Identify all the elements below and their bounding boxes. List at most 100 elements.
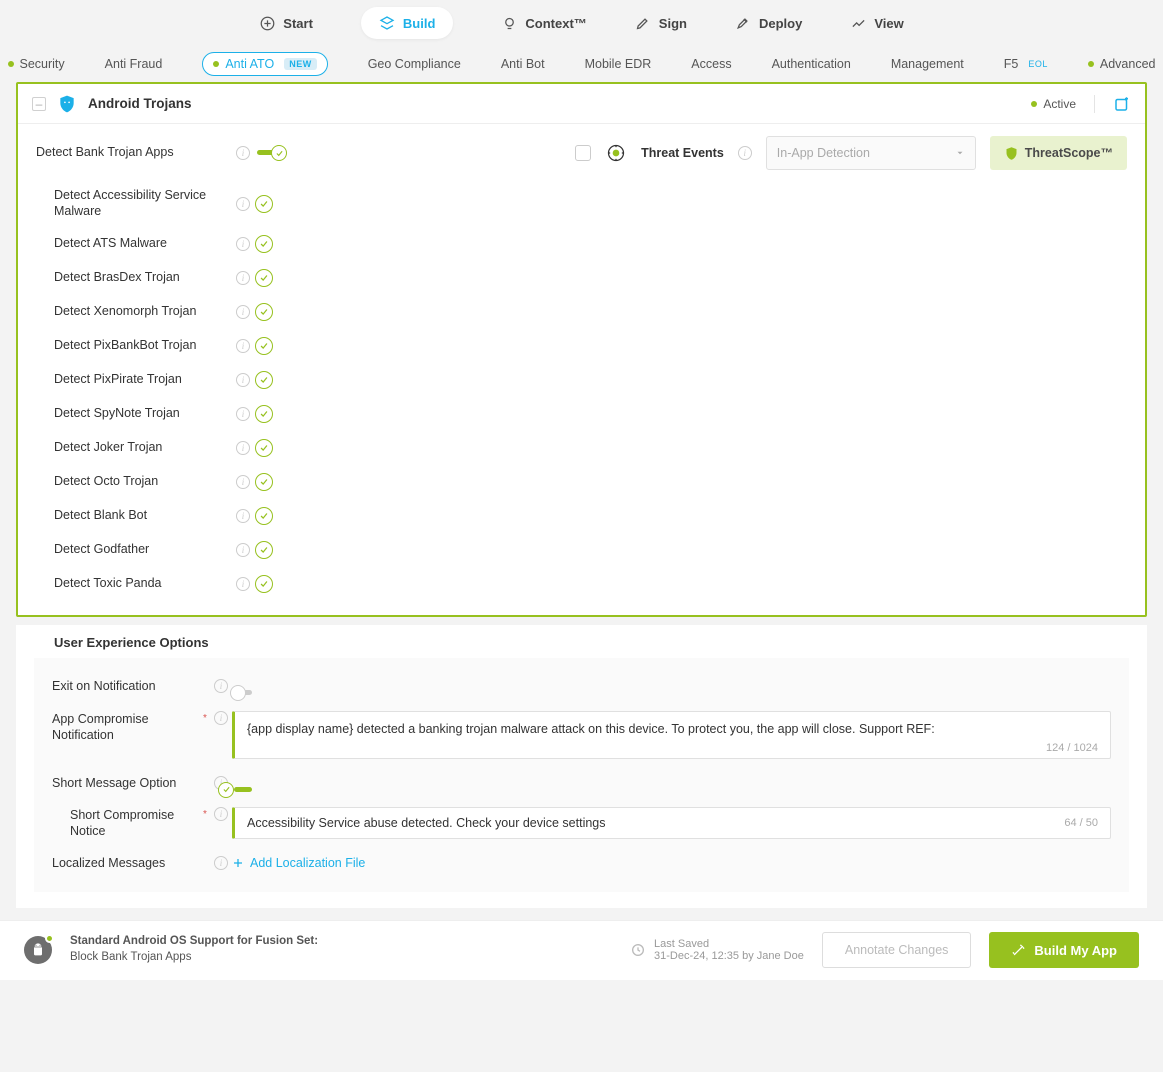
info-icon[interactable]: i	[236, 271, 250, 285]
enabled-check-icon[interactable]	[255, 337, 273, 355]
subnav-auth[interactable]: Authentication	[772, 57, 851, 71]
pen-icon	[635, 15, 651, 31]
sub-setting-row: Detect Octo Trojan i	[54, 465, 1127, 499]
enabled-check-icon[interactable]	[255, 195, 273, 213]
info-icon[interactable]: i	[214, 807, 228, 821]
sub-setting-row: Detect BrasDex Trojan i	[54, 261, 1127, 295]
plus-circle-icon	[259, 15, 275, 31]
chevron-down-icon	[955, 148, 965, 158]
enabled-check-icon[interactable]	[255, 405, 273, 423]
info-icon[interactable]: i	[214, 856, 228, 870]
subnav-antifraud[interactable]: Anti Fraud	[105, 57, 163, 71]
nav-context[interactable]: Context™	[501, 15, 586, 31]
collapse-icon[interactable]: –	[32, 97, 46, 111]
enabled-check-icon[interactable]	[255, 269, 273, 287]
panel-header: – Android Trojans Active	[18, 84, 1145, 124]
info-icon[interactable]: i	[236, 509, 250, 523]
nav-build[interactable]: Build	[361, 7, 454, 39]
app-compromise-textarea[interactable]: {app display name} detected a banking tr…	[232, 711, 1111, 759]
nav-label: Context™	[525, 16, 586, 31]
subnav-label: Advanced	[1100, 57, 1156, 71]
input-text: Accessibility Service abuse detected. Ch…	[247, 816, 1054, 830]
enabled-check-icon[interactable]	[255, 303, 273, 321]
nav-sign[interactable]: Sign	[635, 15, 687, 31]
enabled-check-icon[interactable]	[255, 575, 273, 593]
annotate-label: Annotate Changes	[845, 943, 949, 957]
detect-bank-trojan-toggle[interactable]	[255, 146, 285, 160]
sub-setting-row: Detect Blank Bot i	[54, 499, 1127, 533]
info-icon[interactable]: i	[236, 373, 250, 387]
status-label: Active	[1043, 97, 1076, 111]
info-icon[interactable]: i	[236, 407, 250, 421]
subnav-label: Anti ATO	[225, 57, 274, 71]
info-icon[interactable]: i	[236, 475, 250, 489]
subnav-label: Anti Bot	[501, 57, 545, 71]
footer-text: Standard Android OS Support for Fusion S…	[70, 934, 318, 965]
subnav-f5[interactable]: F5EOL	[1004, 57, 1048, 71]
required-asterisk: *	[200, 711, 210, 724]
ux-options-panel: User Experience Options Exit on Notifica…	[16, 625, 1147, 907]
subnav-mobileedr[interactable]: Mobile EDR	[585, 57, 652, 71]
info-icon[interactable]: i	[214, 679, 228, 693]
rocket-icon	[735, 15, 751, 31]
clock-sync-icon	[630, 942, 646, 958]
subnav-antiato[interactable]: Anti ATONEW	[202, 52, 327, 76]
threat-events-checkbox[interactable]	[575, 145, 591, 161]
enabled-check-icon[interactable]	[255, 235, 273, 253]
ux-exit-row: Exit on Notification i	[52, 670, 1111, 702]
status-dot-icon	[45, 934, 54, 943]
subnav-access[interactable]: Access	[691, 57, 731, 71]
detection-select[interactable]: In-App Detection	[766, 136, 976, 170]
enabled-check-icon[interactable]	[255, 439, 273, 457]
footer-bar: Standard Android OS Support for Fusion S…	[0, 920, 1163, 980]
sub-setting-row: Detect Xenomorph Trojan i	[54, 295, 1127, 329]
saved-label: Last Saved	[654, 938, 804, 950]
enabled-check-icon[interactable]	[255, 473, 273, 491]
status-dot-icon	[1088, 61, 1094, 67]
main-setting-row: Detect Bank Trojan Apps i Threat Ev	[36, 136, 1127, 170]
subnav-mgmt[interactable]: Management	[891, 57, 964, 71]
sub-setting-row: Detect PixPirate Trojan i	[54, 363, 1127, 397]
enabled-check-icon[interactable]	[255, 371, 273, 389]
nav-start[interactable]: Start	[259, 15, 313, 31]
info-icon[interactable]: i	[236, 543, 250, 557]
info-icon[interactable]: i	[236, 237, 250, 251]
plus-icon	[232, 857, 244, 869]
nav-label: Deploy	[759, 16, 802, 31]
nav-view[interactable]: View	[850, 15, 903, 31]
char-counter: 64 / 50	[1064, 817, 1098, 829]
info-icon[interactable]: i	[236, 197, 250, 211]
add-localization-label: Add Localization File	[250, 856, 365, 870]
subnav-security[interactable]: Security	[8, 57, 65, 71]
annotate-changes-button[interactable]: Annotate Changes	[822, 932, 972, 968]
nav-label: View	[874, 16, 903, 31]
threatscope-button[interactable]: ThreatScope™	[990, 136, 1127, 170]
nav-label: Sign	[659, 16, 687, 31]
info-icon[interactable]: i	[214, 711, 228, 725]
ux-label: Short Compromise Notice	[52, 807, 200, 840]
status-dot-icon	[8, 61, 14, 67]
info-icon[interactable]: i	[236, 305, 250, 319]
save-preset-icon[interactable]	[1113, 95, 1131, 113]
build-icon	[379, 15, 395, 31]
info-icon[interactable]: i	[236, 441, 250, 455]
setting-label: Detect Joker Trojan	[54, 440, 231, 456]
build-my-app-button[interactable]: Build My App	[989, 932, 1139, 968]
ux-label: Exit on Notification	[52, 678, 200, 694]
short-notice-input[interactable]: Accessibility Service abuse detected. Ch…	[232, 807, 1111, 839]
setting-label: Detect Xenomorph Trojan	[54, 304, 231, 320]
subnav-antibot[interactable]: Anti Bot	[501, 57, 545, 71]
subnav-geo[interactable]: Geo Compliance	[368, 57, 461, 71]
nav-deploy[interactable]: Deploy	[735, 15, 802, 31]
ux-options-title: User Experience Options	[34, 625, 1129, 658]
subnav-advanced[interactable]: Advanced	[1088, 57, 1156, 71]
enabled-check-icon[interactable]	[255, 541, 273, 559]
threat-events-label: Threat Events	[641, 146, 724, 160]
info-icon[interactable]: i	[236, 339, 250, 353]
add-localization-link[interactable]: Add Localization File	[232, 856, 1111, 870]
info-icon[interactable]: i	[738, 146, 752, 160]
enabled-check-icon[interactable]	[255, 507, 273, 525]
info-icon[interactable]: i	[236, 146, 250, 160]
info-icon[interactable]: i	[236, 577, 250, 591]
ux-label: Short Message Option	[52, 775, 200, 791]
